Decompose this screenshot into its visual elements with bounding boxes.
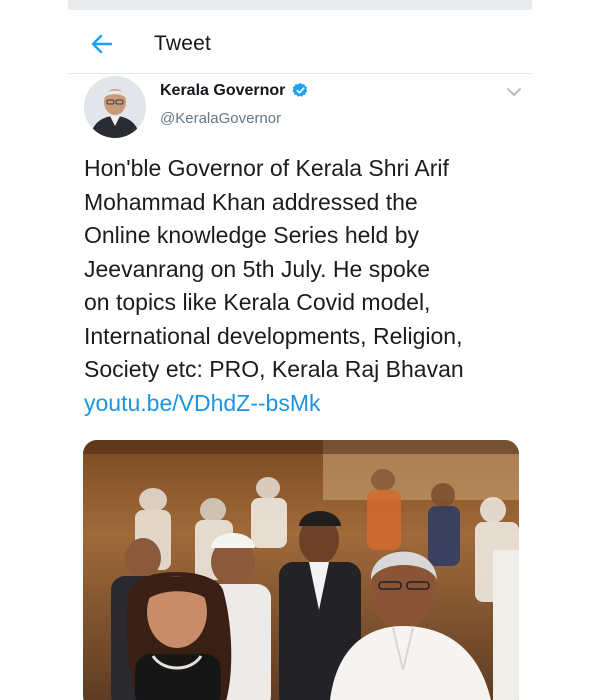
tweet-link[interactable]: youtu.be/VDhdZ--bsMk (84, 387, 524, 421)
page-title: Tweet (154, 32, 212, 55)
status-bar (68, 0, 532, 10)
tweet-header: Tweet (68, 18, 532, 74)
back-button[interactable] (88, 32, 116, 60)
author-handle[interactable]: @KeralaGovernor (160, 110, 281, 127)
arrow-left-icon (91, 34, 113, 59)
chevron-down-icon[interactable] (504, 82, 524, 102)
tweet-text-line: Hon'ble Governor of Kerala Shri Arif (84, 155, 449, 181)
tweet-text-line: Jeevanrang on 5th July. He spoke (84, 255, 431, 282)
avatar[interactable] (84, 76, 146, 138)
tweet-text: Hon'ble Governor of Kerala Shri Arif Moh… (84, 152, 524, 420)
tweet-text-line: International developments, Religion, (84, 322, 463, 349)
tweet-author: Kerala Governor @KeralaGovernor (84, 76, 524, 140)
tweet-media-photo[interactable] (83, 440, 519, 700)
author-name[interactable]: Kerala Governor (160, 82, 285, 100)
verified-badge-icon (292, 82, 309, 99)
tweet-text-line: Mohammad Khan addressed the (84, 188, 418, 215)
tweet-text-line: Society etc: PRO, Kerala Raj Bhavan (84, 356, 464, 382)
tweet-text-line: on topics like Kerala Covid model, (84, 289, 431, 315)
tweet-text-line: Online knowledge Series held by (84, 222, 419, 248)
